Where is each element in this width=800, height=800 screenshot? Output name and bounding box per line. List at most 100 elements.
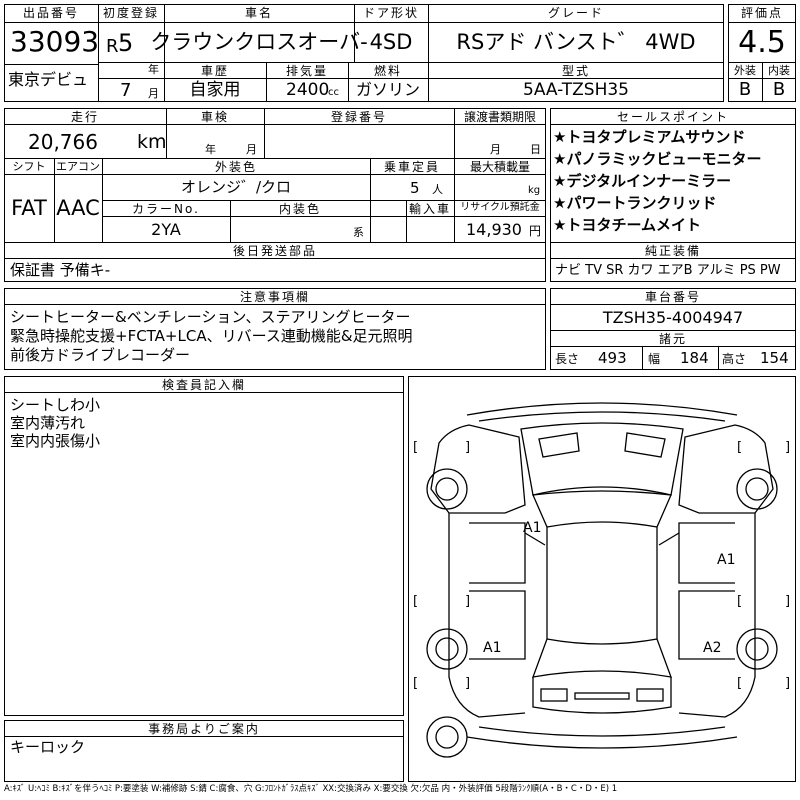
width: 184 xyxy=(680,349,709,367)
chassis-number: TZSH35-4004947 xyxy=(602,308,744,327)
sales-item: ★トヨタプレミアムサウンド xyxy=(553,128,746,146)
history: 自家用 xyxy=(189,80,241,100)
int-color-unit: 系 xyxy=(353,226,364,239)
car-diagram xyxy=(426,402,778,758)
color-no-label: カラーNo. xyxy=(132,202,200,216)
bracket: [ xyxy=(737,676,743,691)
mileage-unit: km xyxy=(137,131,167,153)
model-code: 5AA-TZSH35 xyxy=(523,80,629,100)
mileage-label: 走行 xyxy=(70,110,100,124)
damage-mark: A1 xyxy=(717,552,736,568)
shift: FAT xyxy=(11,196,47,220)
ac: AAC xyxy=(56,196,100,220)
reg-year: 5 xyxy=(118,29,134,57)
regno-label: 登録番号 xyxy=(330,110,388,124)
color-no: 2YA xyxy=(151,220,181,239)
lot-number: 33093 xyxy=(10,25,100,58)
first-reg-label: 初度登録 xyxy=(102,6,160,20)
bracket: ] xyxy=(785,594,791,609)
chassis-label: 車台番号 xyxy=(644,290,702,304)
shift-label: シフト xyxy=(12,160,46,173)
auction-house: 東京デビュ xyxy=(8,70,89,89)
note-line: 前後方ドライブレコーダー xyxy=(10,346,191,364)
ext-color: オレンジ゛/クロ xyxy=(180,178,292,196)
damage-mark: A2 xyxy=(703,640,722,656)
capacity-label: 乗車定員 xyxy=(383,160,441,174)
sales-label: セールスポイント xyxy=(616,110,730,124)
era: R xyxy=(106,36,119,57)
displacement-label: 排気量 xyxy=(285,64,329,78)
bracket: [ xyxy=(413,440,419,455)
recycle-label: リサイクル預託金 xyxy=(460,202,540,213)
later-parts: 保証書 予備キ- xyxy=(10,261,111,279)
year-unit: 年 xyxy=(148,63,159,76)
inspector-label: 検査員記入欄 xyxy=(161,378,247,392)
office-note: キーロック xyxy=(10,738,86,756)
inspector-note: 室内薄汚れ xyxy=(10,414,86,432)
sales-item: ★パワートランクリッド xyxy=(553,194,717,212)
bracket: [ xyxy=(737,440,743,455)
deadline-day-unit: 日 xyxy=(530,143,541,156)
note-line: シートヒーター&ベンチレーション、ステアリングヒーター xyxy=(10,308,411,326)
recycle-fee: 14,930 xyxy=(466,220,522,239)
note-line: 緊急時操舵支援+FCTA+LCA、リバース連動機能&足元照明 xyxy=(10,327,413,345)
capacity: 5 xyxy=(410,179,420,197)
bracket: ] xyxy=(465,440,471,455)
door-label: ドア形状 xyxy=(362,6,420,20)
int-color-label: 内装色 xyxy=(278,202,322,216)
fuel: ガソリン xyxy=(355,80,421,99)
height: 154 xyxy=(760,349,789,367)
history-label: 車歴 xyxy=(200,64,230,78)
damage-mark: A1 xyxy=(523,520,542,536)
inspector-note: シートしわ小 xyxy=(10,396,101,414)
height-label: 高さ xyxy=(722,352,747,366)
mileage: 20,766 xyxy=(28,130,98,154)
int-grade: B xyxy=(772,79,786,100)
door-type: 4SD xyxy=(369,30,413,54)
inspection-label: 車検 xyxy=(200,110,230,124)
ac-label: エアコン xyxy=(56,160,100,173)
damage-diagram: [ ] [ ] [ ] [ ] [ ] [ ] A1 A1 A1 A2 xyxy=(408,376,796,782)
dims-label: 諸元 xyxy=(658,332,688,346)
capacity-unit: 人 xyxy=(432,183,443,196)
deadline-month-unit: 月 xyxy=(490,143,501,156)
car-name: クラウンクロスオーバ- xyxy=(150,30,368,54)
equipment: ナビ TV SR カワ エアB アルミ PS PW xyxy=(555,263,781,278)
displacement-unit: cc xyxy=(328,87,339,98)
bracket: [ xyxy=(413,676,419,691)
notes-label: 注意事項欄 xyxy=(239,290,311,304)
bracket: ] xyxy=(785,676,791,691)
grade: RSアド バンスト゛ 4WD xyxy=(456,30,696,54)
grade-label: グレード xyxy=(547,6,605,20)
reg-month: 7 xyxy=(120,80,132,101)
load-unit: kg xyxy=(528,185,541,196)
insp-month-unit: 月 xyxy=(246,143,257,156)
length-label: 長さ xyxy=(555,352,580,366)
width-label: 幅 xyxy=(648,352,661,366)
fuel-label: 燃料 xyxy=(373,64,403,78)
legend: A:ｷｽﾞ U:ﾍｺﾐ B:ｷｽﾞを伴うﾍｺﾐ P:要塗装 W:補修跡 S:錆 … xyxy=(4,784,618,794)
office-label: 事務局よりご案内 xyxy=(148,722,260,736)
load-label: 最大積載量 xyxy=(469,160,531,174)
insp-year-unit: 年 xyxy=(205,143,216,156)
ext-grade-label: 外装 xyxy=(734,64,756,77)
bracket: [ xyxy=(413,594,419,609)
sales-item: ★デジタルインナーミラー xyxy=(553,172,732,190)
score-label: 評価点 xyxy=(740,6,784,20)
score: 4.5 xyxy=(738,25,786,60)
inspector-note: 室内内張傷小 xyxy=(10,432,101,450)
import-label: 輸入車 xyxy=(408,202,452,216)
bracket: ] xyxy=(785,440,791,455)
sales-item: ★パノラミックビューモニター xyxy=(553,150,762,168)
equip-label: 純正装備 xyxy=(644,244,702,258)
ext-color-label: 外装色 xyxy=(214,160,258,174)
later-parts-label: 後日発送部品 xyxy=(232,244,318,258)
model-label: 型式 xyxy=(561,64,591,78)
car-name-label: 車名 xyxy=(244,6,274,20)
month-unit: 月 xyxy=(148,87,159,100)
damage-mark: A1 xyxy=(483,640,502,656)
sales-item: ★トヨタチームメイト xyxy=(553,216,701,234)
deadline-label: 譲渡書類期限 xyxy=(463,110,537,124)
bracket: ] xyxy=(465,676,471,691)
bracket: ] xyxy=(465,594,471,609)
